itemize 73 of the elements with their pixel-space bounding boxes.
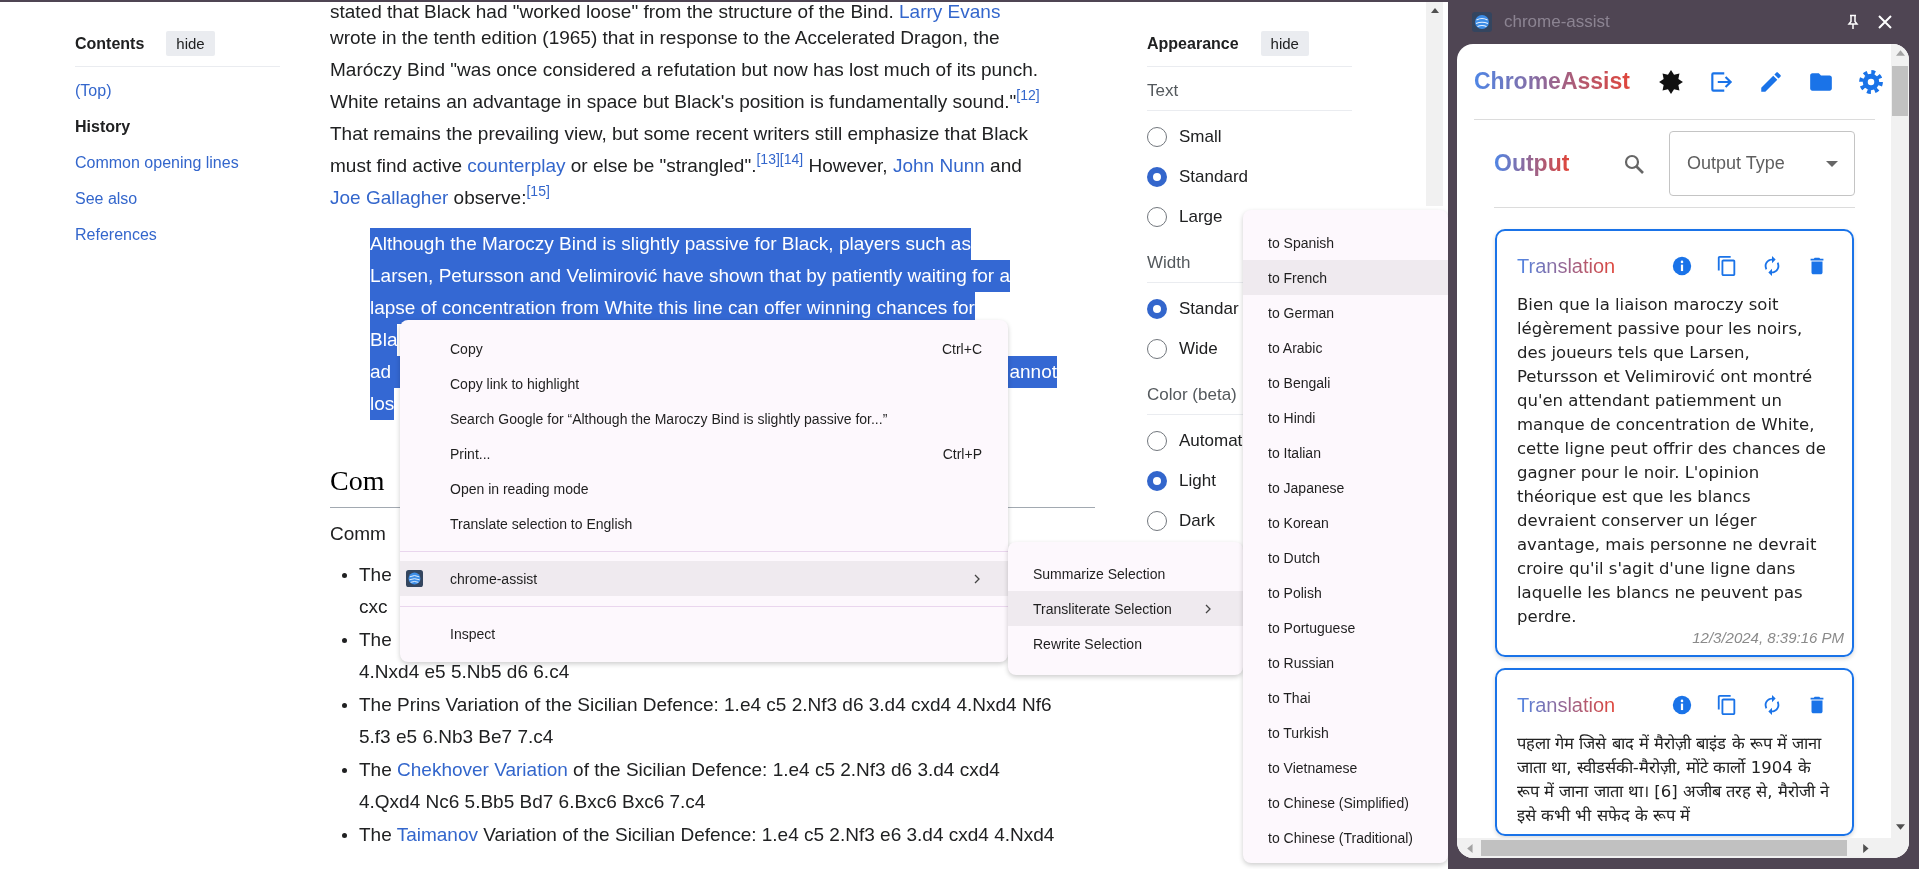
link[interactable]: John Nunn: [892, 155, 985, 176]
menu-item[interactable]: to Russian: [1243, 645, 1448, 680]
menu-item[interactable]: Transliterate Selection: [1008, 591, 1243, 626]
menu-item[interactable]: Copy link to highlight: [400, 366, 1008, 401]
contents-link[interactable]: References: [75, 225, 157, 245]
contents-link[interactable]: (Top): [75, 81, 112, 101]
list-item-text: The: [359, 563, 392, 587]
contents-link[interactable]: Common opening lines: [75, 153, 239, 173]
radio-label: Large: [1179, 207, 1223, 227]
menu-item[interactable]: to Portuguese: [1243, 610, 1448, 645]
menu-item[interactable]: Inspect: [400, 616, 1008, 651]
list-item-text: The Prins Variation of the Sicilian Defence: 1.e4 c5 2.Nf3 d6 3.d4 cxd4 4.Nxd4 Nf6: [359, 693, 1052, 717]
reference-link[interactable]: [14]: [779, 151, 804, 167]
group-label: Text: [1147, 79, 1352, 111]
menu-item[interactable]: to Vietnamese: [1243, 750, 1448, 785]
radio-label: Light: [1179, 471, 1216, 491]
radio-label: Standar: [1179, 299, 1239, 319]
output-type-dropdown[interactable]: Output Type: [1669, 131, 1855, 196]
keyboard-shortcut: Ctrl+C: [941, 340, 982, 357]
list-item-text: cxc: [359, 595, 388, 619]
menu-item[interactable]: to French: [1243, 260, 1448, 295]
list-item-text: 4.Nxd4 e5 5.Nb5 d6 6.c4: [359, 660, 570, 684]
menu-item[interactable]: to Chinese (Traditional): [1243, 820, 1448, 855]
contents-link[interactable]: See also: [75, 189, 138, 209]
link[interactable]: counterplay: [467, 155, 566, 176]
list-item-text: The: [359, 628, 392, 652]
menu-item[interactable]: to Italian: [1243, 435, 1448, 470]
menu-item[interactable]: to Korean: [1243, 505, 1448, 540]
card-text: Bien que la liaison maroczy soit légèrement passive pour les noirs, des joueurs tels que Larsen, Petursson et Velimirović ont montré qu'en attendant patiemment un manque de concentration de White, cette ligne peut offrir des chances de gagner pour le noir. L'opinion théorique est que les blancs devraient conserver un léger avantage, mais personne ne devrait croire qu'il s'agit d'une ligne dans laquelle les blancs ne peuvent pas perdre.: [1517, 294, 1827, 628]
reference-link[interactable]: [13]: [756, 151, 780, 167]
paragraph: Comm: [330, 522, 386, 546]
menu-item[interactable]: to Chinese (Simplified): [1243, 785, 1448, 820]
list-item-text: 5.f3 e5 6.Nb3 Be7 7.c4: [359, 725, 554, 749]
radio-label: Wide: [1179, 339, 1218, 359]
card-text: पहला गेम जिसे बाद में मैरोज़ी बाइंड के रूप में जाना जाता था, स्वीडर्सकी-मैरोज़ी, मोंटे कार्लो 1904 के रूप में जाना जाता था। [6] अजीब तरह से, मैरोजी ने इसे कभी भी सफेद के रूप में: [1517, 733, 1831, 827]
menu-item[interactable]: to Arabic: [1243, 330, 1448, 365]
menu-item[interactable]: to Dutch: [1243, 540, 1448, 575]
menu-item[interactable]: Copy Ctrl+C: [400, 331, 1008, 366]
link[interactable]: Larry Evans: [899, 2, 1001, 22]
radio-label: Automat: [1179, 431, 1243, 451]
link[interactable]: Taimanov: [396, 824, 478, 845]
contents-link[interactable]: History: [75, 117, 131, 137]
radio-label: Dark: [1179, 511, 1215, 531]
list-item-text: The Taimanov Variation of the Sicilian Defence: 1.e4 c5 2.Nf3 e6 3.d4 cxd4 4.Nxd4: [359, 823, 1055, 847]
link[interactable]: Chekhover Variation: [397, 759, 568, 780]
menu-item[interactable]: Open in reading mode: [400, 471, 1008, 506]
radio-label: Small: [1179, 127, 1222, 147]
reference-link[interactable]: [12]: [1016, 87, 1040, 103]
menu-item[interactable]: to Japanese: [1243, 470, 1448, 505]
menu-item[interactable]: to Turkish: [1243, 715, 1448, 750]
reference-link[interactable]: [15]: [526, 183, 550, 199]
keyboard-shortcut: Ctrl+P: [942, 445, 982, 462]
timestamp: 12/3/2024, 8:39:16 PM: [1692, 628, 1844, 648]
link[interactable]: Joe Gallagher: [330, 187, 449, 208]
list-item-text: 4.Qxd4 Nc6 5.Bb5 Bd7 6.Bxc6 Bxc6 7.c4: [359, 790, 706, 814]
article-paragraph: stated that Black had "worked loose" from the structure of the Bind. Larry Evans wrote in the tenth edition (1965) that in response to the Accelerated Dragon, the Maróczy Bind "was once considered a refutation but now has lost much of its punch. White retains an advantage in space but Black's position is fundamentally sound."$^{[12]}$ That remains the prevailing view, but some recent writers still emphasize that Black must find active counterplay or else be "strangled".$^{[13]}$$^{[14]}$ However, John Nunn and Joe Gallagher observe:$^{[15]}$: [330, 2, 1041, 210]
menu-item[interactable]: Translate selection to English: [400, 506, 1008, 541]
menu-item[interactable]: Rewrite Selection: [1008, 626, 1243, 661]
menu-item[interactable]: chrome-assist: [400, 561, 1008, 596]
list-item-text: The Chekhover Variation of the Sicilian Defence: 1.e4 c5 2.Nf3 d6 3.d4 cxd4: [359, 758, 1000, 782]
menu-item[interactable]: Print... Ctrl+P: [400, 436, 1008, 471]
window-title: chrome-assist: [1504, 12, 1610, 32]
contents-title: Contents: [75, 34, 145, 53]
hide-button[interactable]: hide: [1260, 31, 1309, 56]
menu-item[interactable]: to German: [1243, 295, 1448, 330]
section-heading: Com: [330, 464, 385, 498]
appearance-title: Appearance: [1147, 34, 1239, 53]
menu-item[interactable]: Search Google for “Although the Maroczy Bind is slightly passive for...”: [400, 401, 1008, 436]
hide-button[interactable]: hide: [166, 31, 215, 56]
radio-label: Standard: [1179, 167, 1248, 187]
menu-item[interactable]: to Thai: [1243, 680, 1448, 715]
menu-item[interactable]: to Polish: [1243, 575, 1448, 610]
menu-item[interactable]: Summarize Selection: [1008, 556, 1243, 591]
